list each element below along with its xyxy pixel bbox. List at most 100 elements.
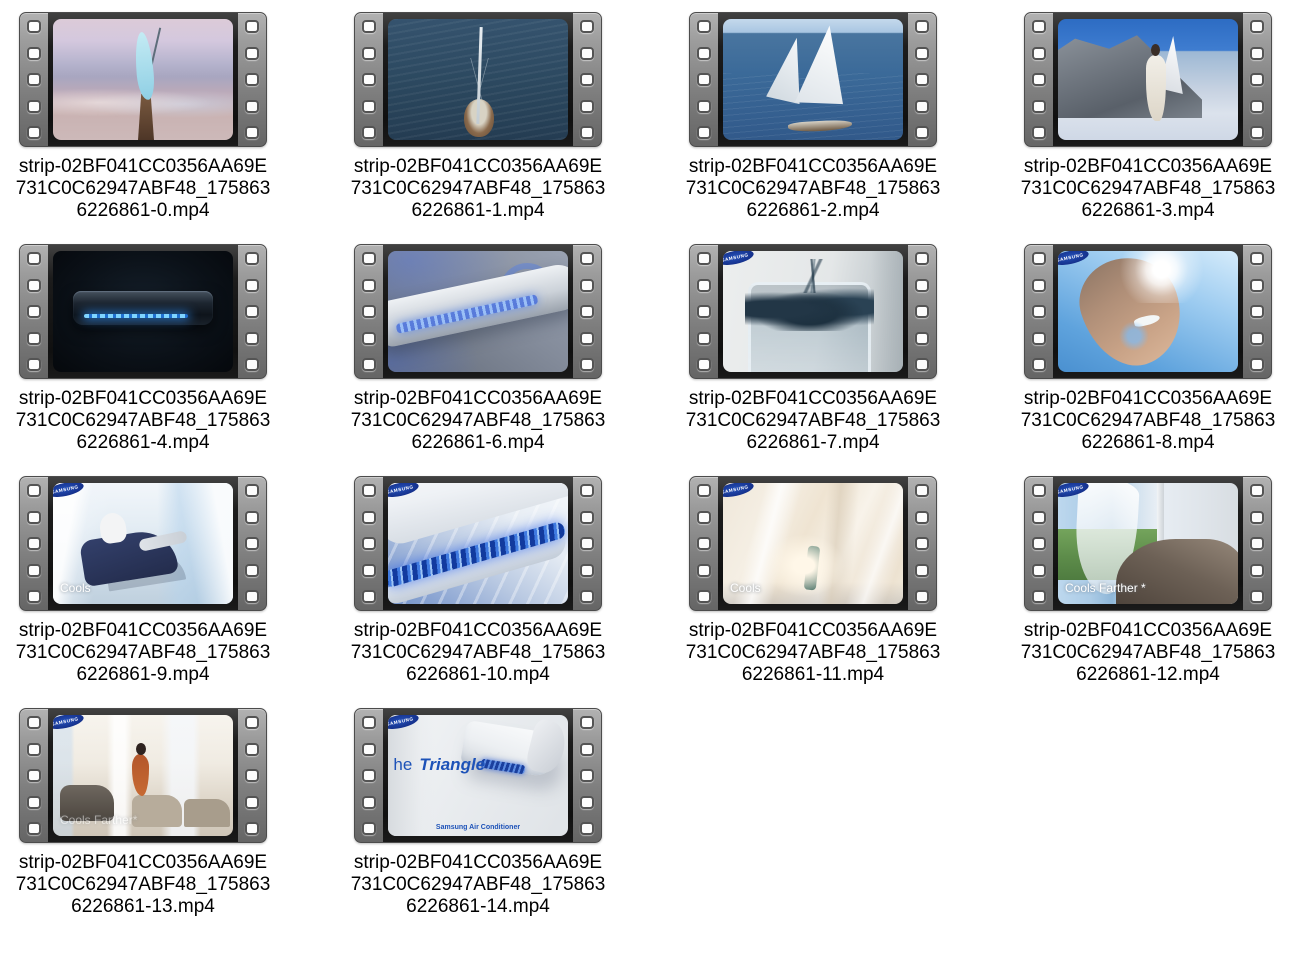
sprocket-hole [245, 279, 259, 292]
video-thumbnail[interactable]: SAMSUNG heTriangle Samsung Air Condition… [354, 708, 602, 843]
filename-line: 731C0C62947ABF48_175863 [1017, 642, 1279, 664]
scene-shape [53, 86, 233, 120]
samsung-logo: SAMSUNG [723, 483, 755, 500]
video-thumbnail[interactable] [689, 12, 937, 147]
filename-label[interactable]: strip-02BF041CC0356AA69E731C0C62947ABF48… [347, 620, 609, 686]
sprocket-hole [915, 100, 929, 113]
filename-line: 6226861-7.mp4 [682, 432, 944, 454]
sprocket-hole [1032, 279, 1046, 292]
video-thumbnail[interactable]: SAMSUNG [354, 476, 602, 611]
filmstrip-sprockets-left [20, 245, 48, 378]
video-thumbnail[interactable]: SAMSUNG Cools [19, 476, 267, 611]
filmstrip-sprockets-right [238, 13, 266, 146]
thumbnail-preview: SAMSUNG heTriangle Samsung Air Condition… [388, 715, 568, 836]
scene-shape [1151, 44, 1160, 56]
sprocket-hole [27, 590, 41, 603]
sprocket-hole [27, 511, 41, 524]
filmstrip-sprockets-left [690, 13, 718, 146]
filename-label[interactable]: strip-02BF041CC0356AA69E731C0C62947ABF48… [1017, 156, 1279, 222]
filmstrip-sprockets-right [1243, 13, 1271, 146]
film-frame [718, 13, 908, 146]
sprocket-hole [245, 716, 259, 729]
file-item: SAMSUNG strip-02BF041CC0356AA69E731C0C62… [682, 244, 944, 476]
scene-shape [145, 28, 161, 91]
scene-shape [388, 19, 568, 140]
sprocket-hole [27, 305, 41, 318]
sprocket-hole [1250, 73, 1264, 86]
film-frame [48, 245, 238, 378]
filename-label[interactable]: strip-02BF041CC0356AA69E731C0C62947ABF48… [1017, 388, 1279, 454]
sprocket-hole [27, 252, 41, 265]
filmstrip-sprockets-right [573, 709, 601, 842]
video-thumbnail[interactable] [354, 12, 602, 147]
video-thumbnail[interactable] [354, 244, 602, 379]
scene-shape [388, 251, 568, 372]
scene-shape [388, 483, 568, 604]
filename-line: strip-02BF041CC0356AA69E [347, 156, 609, 178]
samsung-logo: SAMSUNG [723, 251, 755, 268]
filename-line: 6226861-0.mp4 [12, 200, 274, 222]
sprocket-hole [915, 47, 929, 60]
sprocket-hole [1032, 332, 1046, 345]
video-thumbnail[interactable] [19, 12, 267, 147]
filename-line: strip-02BF041CC0356AA69E [12, 852, 274, 874]
filename-label[interactable]: strip-02BF041CC0356AA69E731C0C62947ABF48… [12, 852, 274, 918]
film-frame [48, 13, 238, 146]
sprocket-hole [27, 796, 41, 809]
film-frame: SAMSUNG [383, 477, 573, 610]
scene-shape [480, 759, 525, 775]
sprocket-hole [362, 305, 376, 318]
sprocket-hole [580, 358, 594, 371]
filename-label[interactable]: strip-02BF041CC0356AA69E731C0C62947ABF48… [347, 388, 609, 454]
video-thumbnail[interactable]: SAMSUNG Cools Farther * [1024, 476, 1272, 611]
sprocket-hole [580, 743, 594, 756]
film-frame: SAMSUNG Cools [48, 477, 238, 610]
sprocket-hole [697, 20, 711, 33]
video-thumbnail[interactable]: SAMSUNG [689, 244, 937, 379]
samsung-logo: SAMSUNG [1058, 251, 1090, 268]
thumbnail-preview: SAMSUNG Cools [53, 483, 233, 604]
filename-label[interactable]: strip-02BF041CC0356AA69E731C0C62947ABF48… [682, 156, 944, 222]
filename-line: strip-02BF041CC0356AA69E [12, 156, 274, 178]
sprocket-hole [697, 47, 711, 60]
filename-line: 6226861-12.mp4 [1017, 664, 1279, 686]
filename-label[interactable]: strip-02BF041CC0356AA69E731C0C62947ABF48… [12, 388, 274, 454]
file-item: strip-02BF041CC0356AA69E731C0C62947ABF48… [1017, 12, 1279, 244]
sprocket-hole [245, 20, 259, 33]
filename-label[interactable]: strip-02BF041CC0356AA69E731C0C62947ABF48… [12, 620, 274, 686]
video-thumbnail[interactable] [1024, 12, 1272, 147]
sprocket-hole [915, 484, 929, 497]
thumbnail-preview: SAMSUNG Cools Farther * [1058, 483, 1238, 604]
video-thumbnail[interactable]: SAMSUNG Cools [689, 476, 937, 611]
filename-label[interactable]: strip-02BF041CC0356AA69E731C0C62947ABF48… [682, 620, 944, 686]
sprocket-hole [27, 126, 41, 139]
sprocket-hole [580, 484, 594, 497]
sprocket-hole [580, 305, 594, 318]
sprocket-hole [245, 305, 259, 318]
sprocket-hole [27, 537, 41, 550]
sprocket-hole [362, 20, 376, 33]
sprocket-hole [27, 564, 41, 577]
filmstrip-sprockets-right [1243, 477, 1271, 610]
sprocket-hole [915, 358, 929, 371]
video-thumbnail[interactable]: SAMSUNG Cools Farther* [19, 708, 267, 843]
filename-label[interactable]: strip-02BF041CC0356AA69E731C0C62947ABF48… [1017, 620, 1279, 686]
filename-label[interactable]: strip-02BF041CC0356AA69E731C0C62947ABF48… [682, 388, 944, 454]
sprocket-hole [697, 279, 711, 292]
sprocket-hole [362, 100, 376, 113]
samsung-logo: SAMSUNG [388, 715, 420, 732]
filename-label[interactable]: strip-02BF041CC0356AA69E731C0C62947ABF48… [347, 852, 609, 918]
filmstrip-sprockets-right [573, 477, 601, 610]
filename-label[interactable]: strip-02BF041CC0356AA69E731C0C62947ABF48… [12, 156, 274, 222]
filename-label[interactable]: strip-02BF041CC0356AA69E731C0C62947ABF48… [347, 156, 609, 222]
sprocket-hole [1250, 100, 1264, 113]
video-thumbnail[interactable] [19, 244, 267, 379]
sprocket-hole [245, 358, 259, 371]
film-frame [383, 13, 573, 146]
filename-line: 731C0C62947ABF48_175863 [12, 642, 274, 664]
sprocket-hole [27, 279, 41, 292]
thumbnail-preview [53, 251, 233, 372]
sprocket-hole [697, 73, 711, 86]
video-thumbnail[interactable]: SAMSUNG [1024, 244, 1272, 379]
scene-shape [777, 259, 849, 293]
